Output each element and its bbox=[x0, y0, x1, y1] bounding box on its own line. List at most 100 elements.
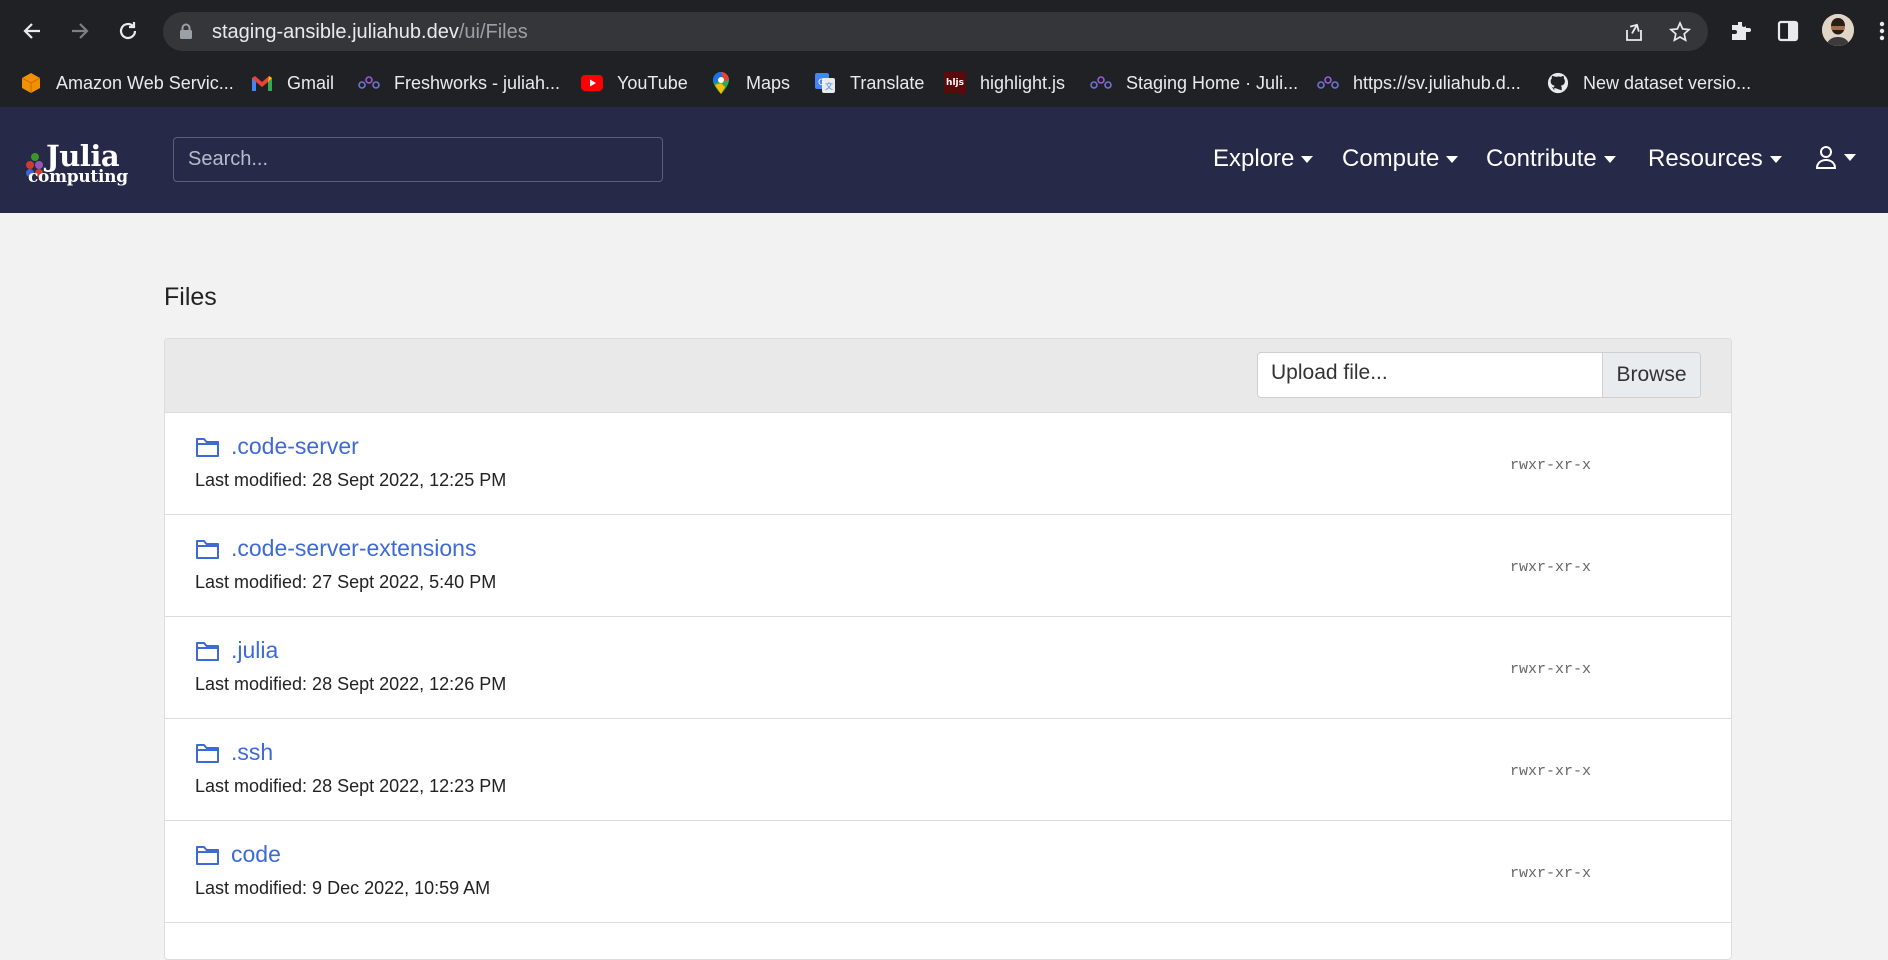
maps-icon bbox=[710, 72, 732, 94]
folder-icon bbox=[196, 743, 219, 763]
file-upload-input[interactable]: Upload file... Browse bbox=[1257, 352, 1701, 398]
bookmark-label: YouTube bbox=[617, 72, 688, 93]
nav-contribute-label: Contribute bbox=[1486, 145, 1597, 172]
bookmark-freshworks[interactable]: Freshworks - juliah... bbox=[358, 68, 560, 98]
files-panel-header: Upload file... Browse bbox=[165, 339, 1731, 413]
gmail-icon bbox=[251, 72, 273, 94]
search-input[interactable] bbox=[173, 137, 663, 182]
bookmark-aws[interactable]: Amazon Web Servic... bbox=[20, 68, 234, 98]
caret-down-icon bbox=[1769, 155, 1782, 163]
share-icon[interactable] bbox=[1623, 21, 1645, 43]
side-panel-icon[interactable] bbox=[1777, 20, 1799, 42]
forward-arrow-icon bbox=[72, 23, 89, 39]
julia-computing-logo[interactable]: Julia computing bbox=[26, 139, 128, 193]
profile-photo-icon bbox=[1822, 14, 1854, 46]
bookmarks-bar: Amazon Web Servic... Gmail Freshworks - … bbox=[0, 62, 1888, 108]
bookmark-label: https://sv.juliahub.d... bbox=[1353, 72, 1521, 93]
hljs-icon-text: hljs bbox=[946, 78, 964, 88]
youtube-icon bbox=[581, 72, 603, 94]
app-navbar: Julia computing Explore Compute Contribu… bbox=[0, 107, 1888, 213]
folder-icon bbox=[196, 539, 219, 559]
folder-icon bbox=[196, 845, 219, 865]
file-permissions: rwxr-xr-x bbox=[1510, 661, 1592, 678]
juliahub-icon bbox=[1090, 72, 1112, 94]
github-icon bbox=[1547, 72, 1569, 94]
bookmark-youtube[interactable]: YouTube bbox=[581, 68, 688, 98]
bookmark-highlightjs[interactable]: hljs highlight.js bbox=[944, 68, 1065, 98]
lock-icon bbox=[180, 23, 192, 39]
user-menu[interactable] bbox=[1815, 145, 1856, 169]
svg-text:文: 文 bbox=[825, 81, 833, 91]
file-name-link[interactable]: .julia bbox=[231, 637, 278, 664]
aws-icon bbox=[20, 72, 42, 94]
file-permissions: rwxr-xr-x bbox=[1510, 763, 1592, 780]
freshworks-icon bbox=[358, 72, 380, 94]
nav-compute[interactable]: Compute bbox=[1342, 145, 1459, 173]
profile-avatar[interactable] bbox=[1822, 14, 1854, 46]
bookmark-label: Amazon Web Servic... bbox=[56, 72, 234, 93]
reload-button[interactable] bbox=[110, 13, 146, 49]
file-name-link[interactable]: .code-server bbox=[231, 433, 359, 460]
upload-file-field[interactable]: Upload file... bbox=[1258, 353, 1602, 397]
folder-icon bbox=[196, 437, 219, 457]
file-last-modified: Last modified: 28 Sept 2022, 12:26 PM bbox=[195, 674, 507, 694]
forward-button[interactable] bbox=[62, 13, 98, 49]
file-last-modified: Last modified: 28 Sept 2022, 12:25 PM bbox=[195, 470, 507, 490]
nav-explore[interactable]: Explore bbox=[1213, 145, 1314, 173]
folder-icon bbox=[196, 641, 219, 661]
bookmark-gmail[interactable]: Gmail bbox=[251, 68, 334, 98]
back-arrow-icon bbox=[23, 23, 40, 39]
bookmark-label: Staging Home · Juli... bbox=[1126, 72, 1299, 93]
bookmark-translate[interactable]: G文 Translate bbox=[814, 68, 924, 98]
file-last-modified: Last modified: 27 Sept 2022, 5:40 PM bbox=[195, 572, 497, 592]
file-last-modified: Last modified: 28 Sept 2022, 12:23 PM bbox=[195, 776, 507, 796]
reload-icon bbox=[119, 22, 137, 40]
url-host: staging-ansible.juliahub.dev bbox=[212, 21, 459, 43]
nav-compute-label: Compute bbox=[1342, 145, 1440, 172]
file-permissions: rwxr-xr-x bbox=[1510, 457, 1592, 474]
file-row: .code-server-extensions Last modified: 2… bbox=[165, 515, 1731, 617]
browser-toolbar: staging-ansible.juliahub.dev/ui/Files bbox=[0, 0, 1888, 62]
nav-contribute[interactable]: Contribute bbox=[1486, 145, 1616, 173]
bookmark-maps[interactable]: Maps bbox=[710, 68, 790, 98]
caret-down-icon bbox=[1301, 155, 1314, 163]
bookmark-star-icon[interactable] bbox=[1669, 21, 1691, 43]
file-name-link[interactable]: .ssh bbox=[231, 739, 273, 766]
url-text: staging-ansible.juliahub.dev/ui/Files bbox=[212, 21, 528, 44]
browse-button[interactable]: Browse bbox=[1602, 353, 1700, 397]
bookmark-sv-juliahub[interactable]: https://sv.juliahub.d... bbox=[1317, 68, 1521, 98]
bookmark-label: Gmail bbox=[287, 72, 335, 93]
juliahub-icon bbox=[1317, 72, 1339, 94]
bookmark-label: Freshworks - juliah... bbox=[394, 72, 561, 93]
bookmark-label: Maps bbox=[746, 72, 791, 93]
file-permissions: rwxr-xr-x bbox=[1510, 865, 1592, 882]
nav-explore-label: Explore bbox=[1213, 145, 1295, 172]
extensions-icon[interactable] bbox=[1729, 19, 1753, 43]
caret-down-icon bbox=[1844, 153, 1856, 161]
user-icon bbox=[1815, 146, 1837, 169]
bookmark-github[interactable]: New dataset versio... bbox=[1547, 68, 1751, 98]
files-panel: Upload file... Browse .code-server Last … bbox=[164, 338, 1732, 960]
file-name-link[interactable]: code bbox=[231, 841, 281, 868]
hljs-icon: hljs bbox=[944, 72, 966, 94]
caret-down-icon bbox=[1446, 155, 1459, 163]
file-name-link[interactable]: .code-server-extensions bbox=[231, 535, 476, 562]
url-path: /ui/Files bbox=[458, 21, 528, 43]
nav-resources[interactable]: Resources bbox=[1648, 145, 1782, 173]
file-last-modified: Last modified: 9 Dec 2022, 10:59 AM bbox=[195, 878, 491, 898]
address-bar[interactable]: staging-ansible.juliahub.dev/ui/Files bbox=[163, 12, 1708, 51]
file-row: .code-server Last modified: 28 Sept 2022… bbox=[165, 413, 1731, 515]
bookmark-label: New dataset versio... bbox=[1583, 72, 1752, 93]
nav-resources-label: Resources bbox=[1648, 145, 1763, 172]
file-row: .julia Last modified: 28 Sept 2022, 12:2… bbox=[165, 617, 1731, 719]
bookmark-label: highlight.js bbox=[980, 72, 1066, 93]
file-row: .ssh Last modified: 28 Sept 2022, 12:23 … bbox=[165, 719, 1731, 821]
bookmark-staging-home[interactable]: Staging Home · Juli... bbox=[1090, 68, 1298, 98]
file-permissions: rwxr-xr-x bbox=[1510, 559, 1592, 576]
svg-text:G: G bbox=[818, 78, 825, 88]
file-row: code Last modified: 9 Dec 2022, 10:59 AM… bbox=[165, 821, 1731, 923]
back-button[interactable] bbox=[14, 13, 50, 49]
caret-down-icon bbox=[1603, 155, 1616, 163]
chrome-menu-icon[interactable] bbox=[1878, 20, 1886, 42]
translate-icon: G文 bbox=[814, 72, 836, 94]
